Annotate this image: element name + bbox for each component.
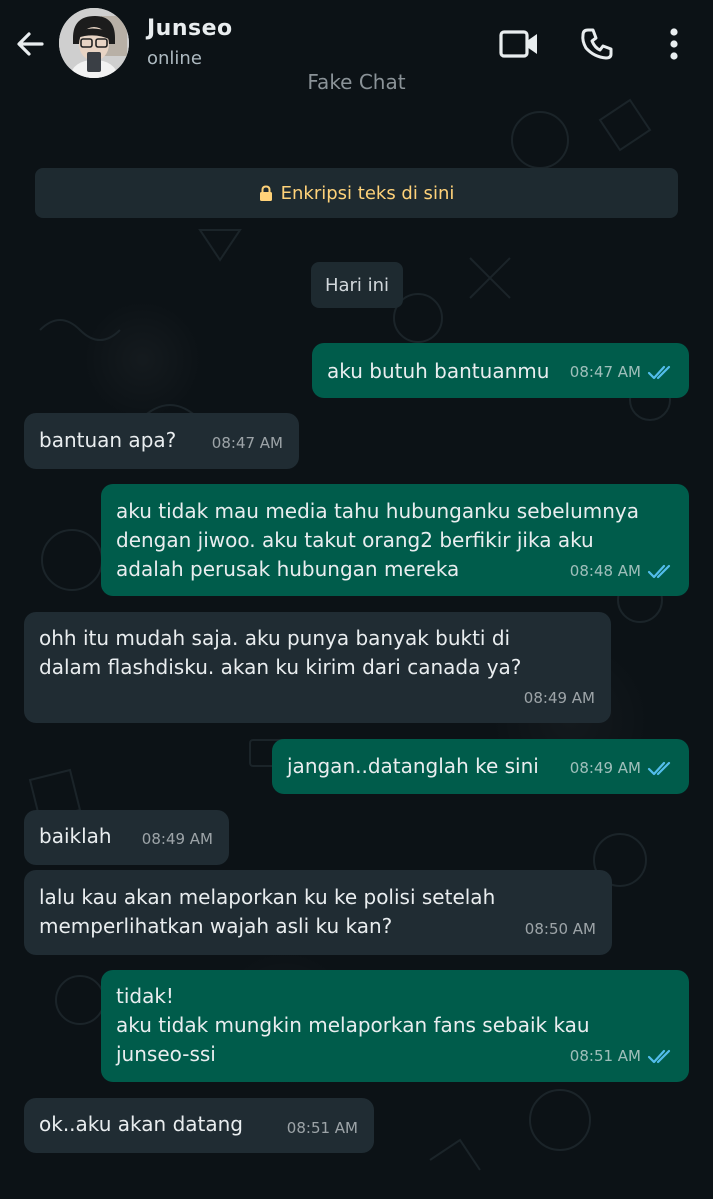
message-text: tidak! aku tidak mungkin melaporkan fans…: [116, 984, 590, 1066]
video-call-icon: [499, 30, 537, 58]
message-bubble[interactable]: bantuan apa? 08:47 AM: [24, 413, 299, 469]
contact-status: online: [147, 48, 202, 69]
message-text: aku tidak mau media tahu hubunganku sebe…: [116, 499, 640, 581]
message-time: 08:51 AM: [286, 1119, 358, 1137]
message-text: baiklah: [39, 824, 112, 848]
message-text: aku butuh bantuanmu: [327, 359, 550, 383]
contact-name[interactable]: Junseo: [147, 16, 233, 41]
date-chip: Hari ini: [311, 262, 403, 308]
more-options-icon: [670, 28, 678, 60]
message-bubble[interactable]: aku butuh bantuanmu 08:47 AM: [312, 343, 689, 398]
message-bubble[interactable]: ohh itu mudah saja. aku punya banyak buk…: [24, 612, 611, 723]
message-time: 08:48 AM: [569, 562, 641, 580]
chat-screen: Junseo online Fake Chat Enkripsi teks di…: [0, 0, 713, 1199]
encryption-notice[interactable]: Enkripsi teks di sini: [35, 168, 678, 218]
message-meta: 08:51 AM: [570, 1042, 675, 1071]
message-bubble[interactable]: aku tidak mau media tahu hubunganku sebe…: [101, 484, 689, 596]
message-time: 08:49 AM: [569, 759, 641, 777]
back-arrow-icon: [17, 32, 44, 56]
message-meta: 08:49 AM: [570, 754, 675, 783]
voice-call-icon: [581, 28, 613, 60]
avatar-photo: [59, 8, 129, 78]
message-bubble[interactable]: jangan..datanglah ke sini 08:49 AM: [272, 739, 689, 794]
voice-call-button[interactable]: [575, 22, 619, 66]
message-meta: 08:49 AM: [524, 684, 595, 713]
message-time: 08:47 AM: [569, 363, 641, 381]
message-bubble[interactable]: baiklah 08:49 AM: [24, 810, 229, 865]
read-receipt-icon: [647, 1049, 675, 1065]
read-receipt-icon: [647, 564, 675, 580]
video-call-button[interactable]: [497, 22, 541, 66]
message-text: bantuan apa?: [39, 428, 177, 452]
message-bubble[interactable]: lalu kau akan melaporkan ku ke polisi se…: [24, 870, 612, 955]
message-time: 08:49 AM: [523, 689, 595, 707]
more-options-button[interactable]: [652, 22, 696, 66]
back-button[interactable]: [10, 24, 50, 64]
message-time: 08:47 AM: [211, 434, 283, 452]
message-text: ohh itu mudah saja. aku punya banyak buk…: [39, 626, 522, 679]
message-meta: 08:51 AM: [287, 1114, 358, 1143]
message-meta: 08:49 AM: [142, 825, 213, 854]
avatar[interactable]: [59, 8, 129, 78]
chat-header: Junseo online Fake Chat: [0, 0, 713, 110]
read-receipt-icon: [647, 365, 675, 381]
message-bubble[interactable]: ok..aku akan datang 08:51 AM: [24, 1098, 374, 1153]
message-text: jangan..datanglah ke sini: [287, 754, 539, 778]
message-time: 08:51 AM: [569, 1047, 641, 1065]
read-receipt-icon: [647, 761, 675, 777]
message-text: lalu kau akan melaporkan ku ke polisi se…: [39, 885, 496, 938]
message-meta: 08:47 AM: [212, 429, 283, 458]
message-time: 08:50 AM: [524, 920, 596, 938]
encryption-notice-text: Enkripsi teks di sini: [280, 182, 455, 204]
message-text: ok..aku akan datang: [39, 1112, 243, 1136]
watermark-text: Fake Chat: [307, 70, 406, 94]
lock-icon: [259, 184, 273, 202]
message-time: 08:49 AM: [141, 830, 213, 848]
message-bubble[interactable]: tidak! aku tidak mungkin melaporkan fans…: [101, 970, 689, 1082]
message-meta: 08:47 AM: [570, 358, 675, 387]
message-meta: 08:50 AM: [525, 915, 596, 944]
message-meta: 08:48 AM: [570, 557, 675, 586]
